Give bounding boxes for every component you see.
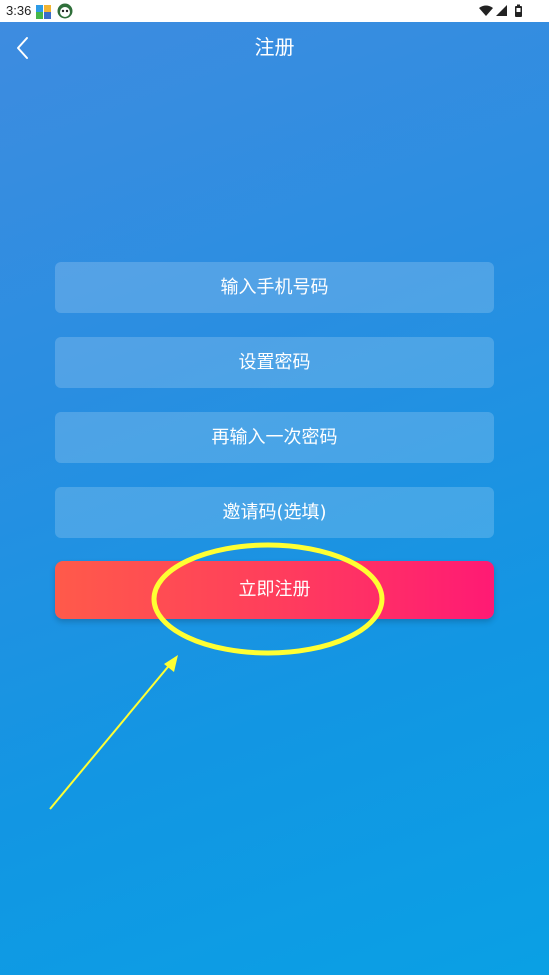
- wifi-icon: [479, 5, 493, 16]
- annotation-arrow: [49, 655, 178, 810]
- password-input[interactable]: 设置密码: [55, 337, 494, 388]
- page-title: 注册: [254, 35, 295, 59]
- register-button[interactable]: 立即注册: [55, 561, 494, 619]
- status-time: 3:36: [6, 3, 32, 18]
- password-input-placeholder: 设置密码: [238, 352, 311, 373]
- app-notification-icon-2: [57, 3, 73, 19]
- register-button-label: 立即注册: [238, 579, 311, 600]
- status-icons: [479, 4, 527, 18]
- status-bar: 3:36: [0, 0, 549, 22]
- confirm-password-input-placeholder: 再输入一次密码: [211, 427, 338, 448]
- invite-code-input[interactable]: 邀请码(选填): [55, 487, 494, 538]
- battery-icon: [515, 4, 522, 17]
- confirm-password-input[interactable]: 再输入一次密码: [55, 412, 494, 463]
- phone-input-placeholder: 输入手机号码: [220, 277, 329, 298]
- phone-input[interactable]: 输入手机号码: [55, 262, 494, 313]
- app-notification-icon: [36, 4, 51, 19]
- cell-signal-icon: [496, 5, 507, 16]
- invite-code-input-placeholder: 邀请码(选填): [222, 502, 327, 523]
